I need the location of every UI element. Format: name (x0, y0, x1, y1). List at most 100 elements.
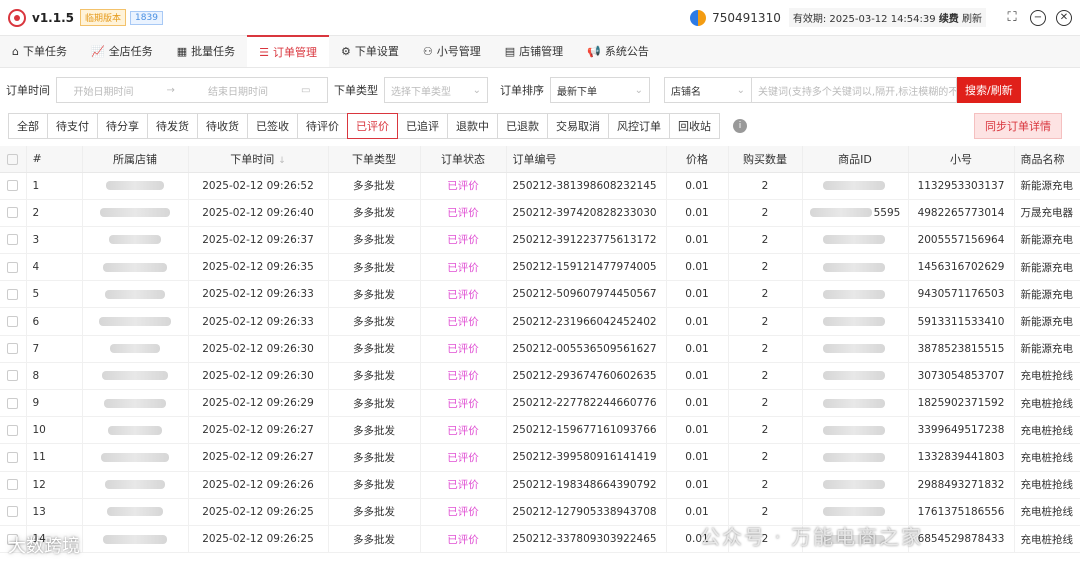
tab-batch-task[interactable]: ▦ 批量任务 (165, 35, 247, 67)
tab-order-settings[interactable]: ⚙ 下单设置 (329, 35, 411, 67)
status-tab[interactable]: 风控订单 (608, 113, 670, 139)
row-checkbox[interactable] (0, 335, 27, 363)
table-row[interactable]: 7 2025-02-12 09:26:30 多多批发 已评价 250212-005536… (0, 335, 1080, 363)
product-name: 新能源充电 (1014, 280, 1080, 309)
account-id: 1332839441803 (908, 443, 1015, 472)
col-order-status: 订单状态 (420, 146, 507, 173)
order-time: 2025-02-12 09:26:27 (188, 416, 329, 445)
product-id (802, 525, 909, 554)
status-tab[interactable]: 待发货 (147, 113, 198, 139)
row-index: 13 (26, 498, 83, 526)
col-order-time[interactable]: 下单时间 ↓ (188, 146, 329, 173)
refresh-link[interactable]: 刷新 (962, 14, 982, 25)
app-logo-icon (8, 8, 26, 27)
product-id (802, 172, 909, 200)
user-avatar[interactable] (690, 9, 707, 26)
order-type-label: 下单类型 (334, 84, 378, 97)
order-time: 2025-02-12 09:26:26 (188, 471, 329, 499)
order-type-select[interactable]: 选择下单类型 ⌄ (384, 77, 488, 103)
info-icon[interactable]: i (733, 119, 747, 133)
status-tab[interactable]: 全部 (8, 113, 48, 139)
row-checkbox[interactable] (0, 416, 27, 445)
tab-announcements[interactable]: 📢 系统公告 (575, 35, 661, 67)
row-checkbox[interactable] (0, 226, 27, 255)
tab-store-management[interactable]: ▤ 店铺管理 (493, 35, 575, 67)
row-checkbox[interactable] (0, 443, 27, 472)
sort-down-icon[interactable]: ↓ (278, 156, 286, 166)
row-checkbox[interactable] (0, 471, 27, 499)
status-tab[interactable]: 已签收 (247, 113, 298, 139)
table-row[interactable]: 12 2025-02-12 09:26:26 多多批发 已评价 250212-19834… (0, 471, 1080, 499)
status-tab[interactable]: 待分享 (97, 113, 148, 139)
product-name: 充电桩抢线 (1014, 362, 1080, 391)
table-row[interactable]: 1 2025-02-12 09:26:52 多多批发 已评价 250212-381398… (0, 172, 1080, 200)
status-tab[interactable]: 已评价 (347, 113, 398, 139)
row-checkbox[interactable] (0, 389, 27, 418)
price: 0.01 (666, 416, 729, 445)
product-name: 充电桩抢线 (1014, 389, 1080, 418)
order-status: 已评价 (420, 226, 507, 255)
col-account: 小号 (908, 146, 1015, 173)
order-type: 多多批发 (328, 226, 421, 255)
sync-order-details-button[interactable]: 同步订单详情 (974, 113, 1062, 139)
status-tab[interactable]: 待收货 (197, 113, 248, 139)
shop-name-redacted (82, 280, 189, 309)
row-checkbox[interactable] (0, 498, 27, 526)
list-icon: ☰ (259, 45, 269, 59)
product-id (802, 498, 909, 526)
row-checkbox[interactable] (0, 253, 27, 282)
status-tab[interactable]: 已追评 (397, 113, 448, 139)
fullscreen-icon[interactable]: ⛶ (1004, 10, 1020, 26)
table-row[interactable]: 8 2025-02-12 09:26:30 多多批发 已评价 250212-293674… (0, 362, 1080, 391)
row-checkbox[interactable] (0, 172, 27, 200)
status-tab[interactable]: 交易取消 (547, 113, 609, 139)
account-id: 1456316702629 (908, 253, 1015, 282)
price: 0.01 (666, 226, 729, 255)
chevron-down-icon: ⌄ (736, 84, 745, 96)
table-row[interactable]: 11 2025-02-12 09:26:27 多多批发 已评价 250212-39958… (0, 443, 1080, 472)
row-checkbox[interactable] (0, 362, 27, 391)
status-tab[interactable]: 退款中 (447, 113, 498, 139)
table-row[interactable]: 6 2025-02-12 09:26:33 多多批发 已评价 250212-231966… (0, 307, 1080, 336)
quantity: 2 (728, 525, 803, 554)
renew-link[interactable]: 续费 (939, 14, 959, 25)
row-checkbox[interactable] (0, 307, 27, 336)
order-time-label: 订单时间 (6, 84, 50, 97)
table-row[interactable]: 4 2025-02-12 09:26:35 多多批发 已评价 250212-159121… (0, 253, 1080, 282)
table-row[interactable]: 2 2025-02-12 09:26:40 多多批发 已评价 250212-397420… (0, 199, 1080, 227)
status-tab[interactable]: 待支付 (47, 113, 98, 139)
date-range-picker[interactable]: 开始日期时间 → 结束日期时间 ▭ (56, 77, 328, 103)
table-row[interactable]: 5 2025-02-12 09:26:33 多多批发 已评价 250212-509607… (0, 280, 1080, 309)
status-tab[interactable]: 回收站 (669, 113, 720, 139)
product-id (802, 253, 909, 282)
row-checkbox[interactable] (0, 280, 27, 309)
table-row[interactable]: 9 2025-02-12 09:26:29 多多批发 已评价 250212-227782… (0, 389, 1080, 418)
status-tabs: 全部 待支付 待分享 待发货 待收货 已签收 待评价 已评价 已追评 退款中 已退款 交易取消 风控订单… (8, 113, 720, 139)
shop-select[interactable]: 店铺名 ⌄ (664, 77, 752, 103)
product-name: 充电桩抢线 (1014, 416, 1080, 445)
select-all-checkbox[interactable] (0, 146, 27, 173)
account-id: 2005557156964 (908, 226, 1015, 255)
order-sort-select[interactable]: 最新下单 ⌄ (550, 77, 650, 103)
tab-order-management[interactable]: ☰ 订单管理 (247, 35, 329, 67)
row-checkbox[interactable] (0, 199, 27, 227)
table-row[interactable]: 3 2025-02-12 09:26:37 多多批发 已评价 250212-391223… (0, 226, 1080, 255)
table-row[interactable]: 13 2025-02-12 09:26:25 多多批发 已评价 250212-12790… (0, 498, 1080, 526)
minimize-icon[interactable]: − (1030, 9, 1046, 26)
product-id (802, 471, 909, 499)
tab-account-management[interactable]: ⚇ 小号管理 (411, 35, 493, 67)
status-tab[interactable]: 已退款 (497, 113, 548, 139)
status-filter-bar: 全部 待支付 待分享 待发货 待收货 已签收 待评价 已评价 已追评 退款中 已退款 交易取消 风控订单… (0, 110, 1080, 142)
tab-order-task[interactable]: ⌂ 下单任务 (0, 35, 79, 67)
status-tab[interactable]: 待评价 (297, 113, 348, 139)
row-checkbox[interactable] (0, 525, 27, 554)
close-icon[interactable]: ✕ (1056, 9, 1072, 26)
tab-store-task[interactable]: 📈 全店任务 (79, 35, 165, 67)
table-row[interactable]: 10 2025-02-12 09:26:27 多多批发 已评价 250212-15967… (0, 416, 1080, 445)
row-index: 12 (26, 471, 83, 499)
quantity: 2 (728, 443, 803, 472)
row-index: 4 (26, 253, 83, 282)
search-refresh-button[interactable]: 搜索/刷新 (957, 77, 1021, 103)
keyword-search-input[interactable]: 关键词(支持多个关键词以,隔开,标注模糊的不 (751, 77, 957, 103)
table-row[interactable]: 14 2025-02-12 09:26:25 多多批发 已评价 250212-33780… (0, 525, 1080, 554)
